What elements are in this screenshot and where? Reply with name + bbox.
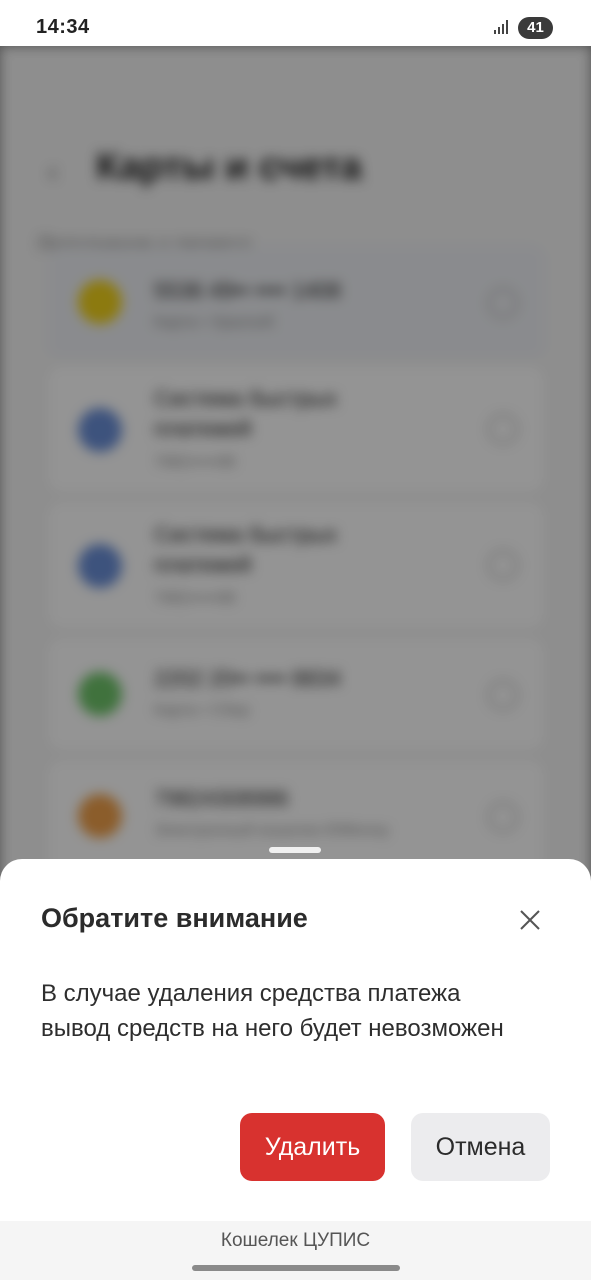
delete-button[interactable]: Удалить bbox=[240, 1113, 385, 1181]
signal-icon bbox=[494, 20, 508, 34]
status-bar: 14:34 41 bbox=[0, 0, 591, 46]
sheet-title: Обратите внимание bbox=[41, 903, 308, 933]
battery-indicator: 41 bbox=[518, 17, 553, 39]
home-indicator[interactable] bbox=[192, 1265, 400, 1271]
close-icon[interactable] bbox=[516, 906, 544, 934]
app-footer: Кошелек ЦУПИС bbox=[0, 1221, 591, 1280]
footer-app-name: Кошелек ЦУПИС bbox=[220, 1230, 371, 1251]
cancel-button[interactable]: Отмена bbox=[411, 1113, 550, 1181]
sheet-drag-handle[interactable] bbox=[269, 847, 321, 853]
status-time: 14:34 bbox=[36, 16, 90, 38]
warning-message: В случае удаления средства платежа вывод… bbox=[41, 980, 504, 1042]
confirmation-bottom-sheet: Обратите внимание В случае удаления сред… bbox=[0, 859, 591, 1280]
